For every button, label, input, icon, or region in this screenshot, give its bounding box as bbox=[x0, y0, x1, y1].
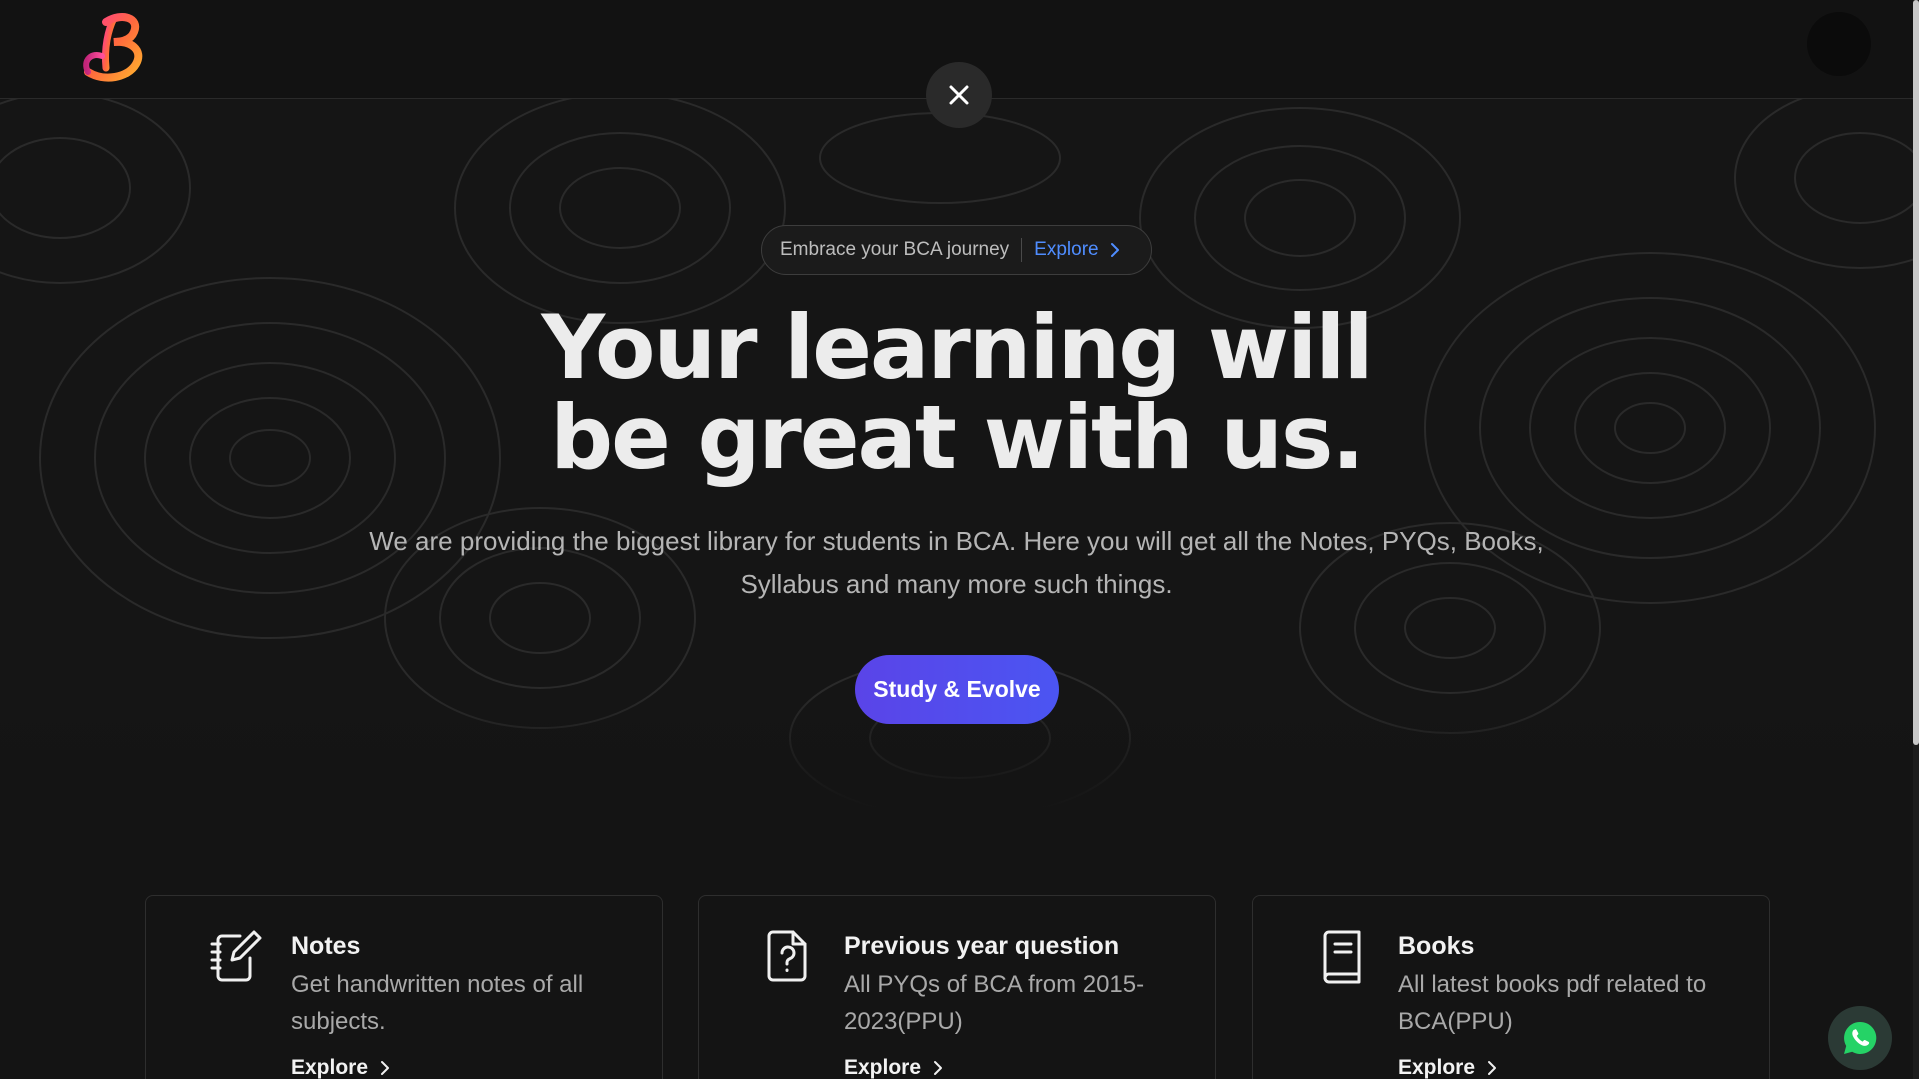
headline-line-1: Your learning will bbox=[541, 296, 1373, 399]
card-notes[interactable]: Notes Get handwritten notes of all subje… bbox=[145, 895, 663, 1079]
book-icon bbox=[1323, 930, 1361, 984]
headline-line-2: be great with us. bbox=[550, 386, 1365, 489]
card-description: All PYQs of BCA from 2015-2023(PPU) bbox=[844, 971, 1145, 1035]
close-button[interactable] bbox=[926, 62, 992, 128]
whatsapp-icon bbox=[1844, 1021, 1877, 1054]
whatsapp-chat-button[interactable] bbox=[1828, 1006, 1892, 1070]
hero-headline: Your learning will be great with us. bbox=[0, 303, 1913, 483]
card-title: Books bbox=[1398, 932, 1475, 960]
close-icon bbox=[949, 85, 969, 105]
hero-subtitle: We are providing the biggest library for… bbox=[369, 526, 1544, 599]
card-explore-link[interactable]: Explore bbox=[1398, 1056, 1497, 1079]
pill-explore-label: Explore bbox=[1034, 239, 1099, 260]
card-previous-year-question[interactable]: Previous year question All PYQs of BCA f… bbox=[698, 895, 1216, 1079]
brand-logo[interactable] bbox=[78, 10, 150, 86]
pill-explore-link[interactable]: Explore bbox=[1022, 239, 1120, 261]
chevron-right-icon bbox=[1488, 1061, 1497, 1075]
card-description: Get handwritten notes of all subjects. bbox=[291, 971, 584, 1035]
card-title: Previous year question bbox=[844, 932, 1120, 960]
card-explore-link[interactable]: Explore bbox=[844, 1056, 943, 1079]
page-scrollbar[interactable] bbox=[1913, 0, 1919, 1079]
scrollbar-thumb[interactable] bbox=[1913, 0, 1919, 745]
avatar[interactable] bbox=[1807, 12, 1871, 76]
study-evolve-button[interactable]: Study & Evolve bbox=[855, 655, 1059, 724]
page: Embrace your BCA journey Explore Your le… bbox=[0, 0, 1919, 1079]
card-explore-label: Explore bbox=[1398, 1056, 1476, 1079]
card-title: Notes bbox=[291, 932, 361, 960]
card-description: All latest books pdf related to BCA(PPU) bbox=[1398, 971, 1707, 1035]
notebook-pen-icon bbox=[210, 930, 262, 982]
pill-text: Embrace your BCA journey bbox=[780, 239, 1010, 260]
announcement-pill: Embrace your BCA journey Explore bbox=[761, 225, 1152, 275]
chevron-right-icon bbox=[934, 1061, 943, 1075]
card-books[interactable]: Books All latest books pdf related to BC… bbox=[1252, 895, 1770, 1079]
chevron-right-icon bbox=[1110, 243, 1119, 257]
card-explore-label: Explore bbox=[291, 1056, 369, 1079]
file-question-icon bbox=[767, 930, 807, 982]
card-explore-link[interactable]: Explore bbox=[291, 1056, 390, 1079]
card-explore-label: Explore bbox=[844, 1056, 922, 1079]
hero-section: Embrace your BCA journey Explore Your le… bbox=[0, 98, 1913, 810]
chevron-right-icon bbox=[381, 1061, 390, 1075]
